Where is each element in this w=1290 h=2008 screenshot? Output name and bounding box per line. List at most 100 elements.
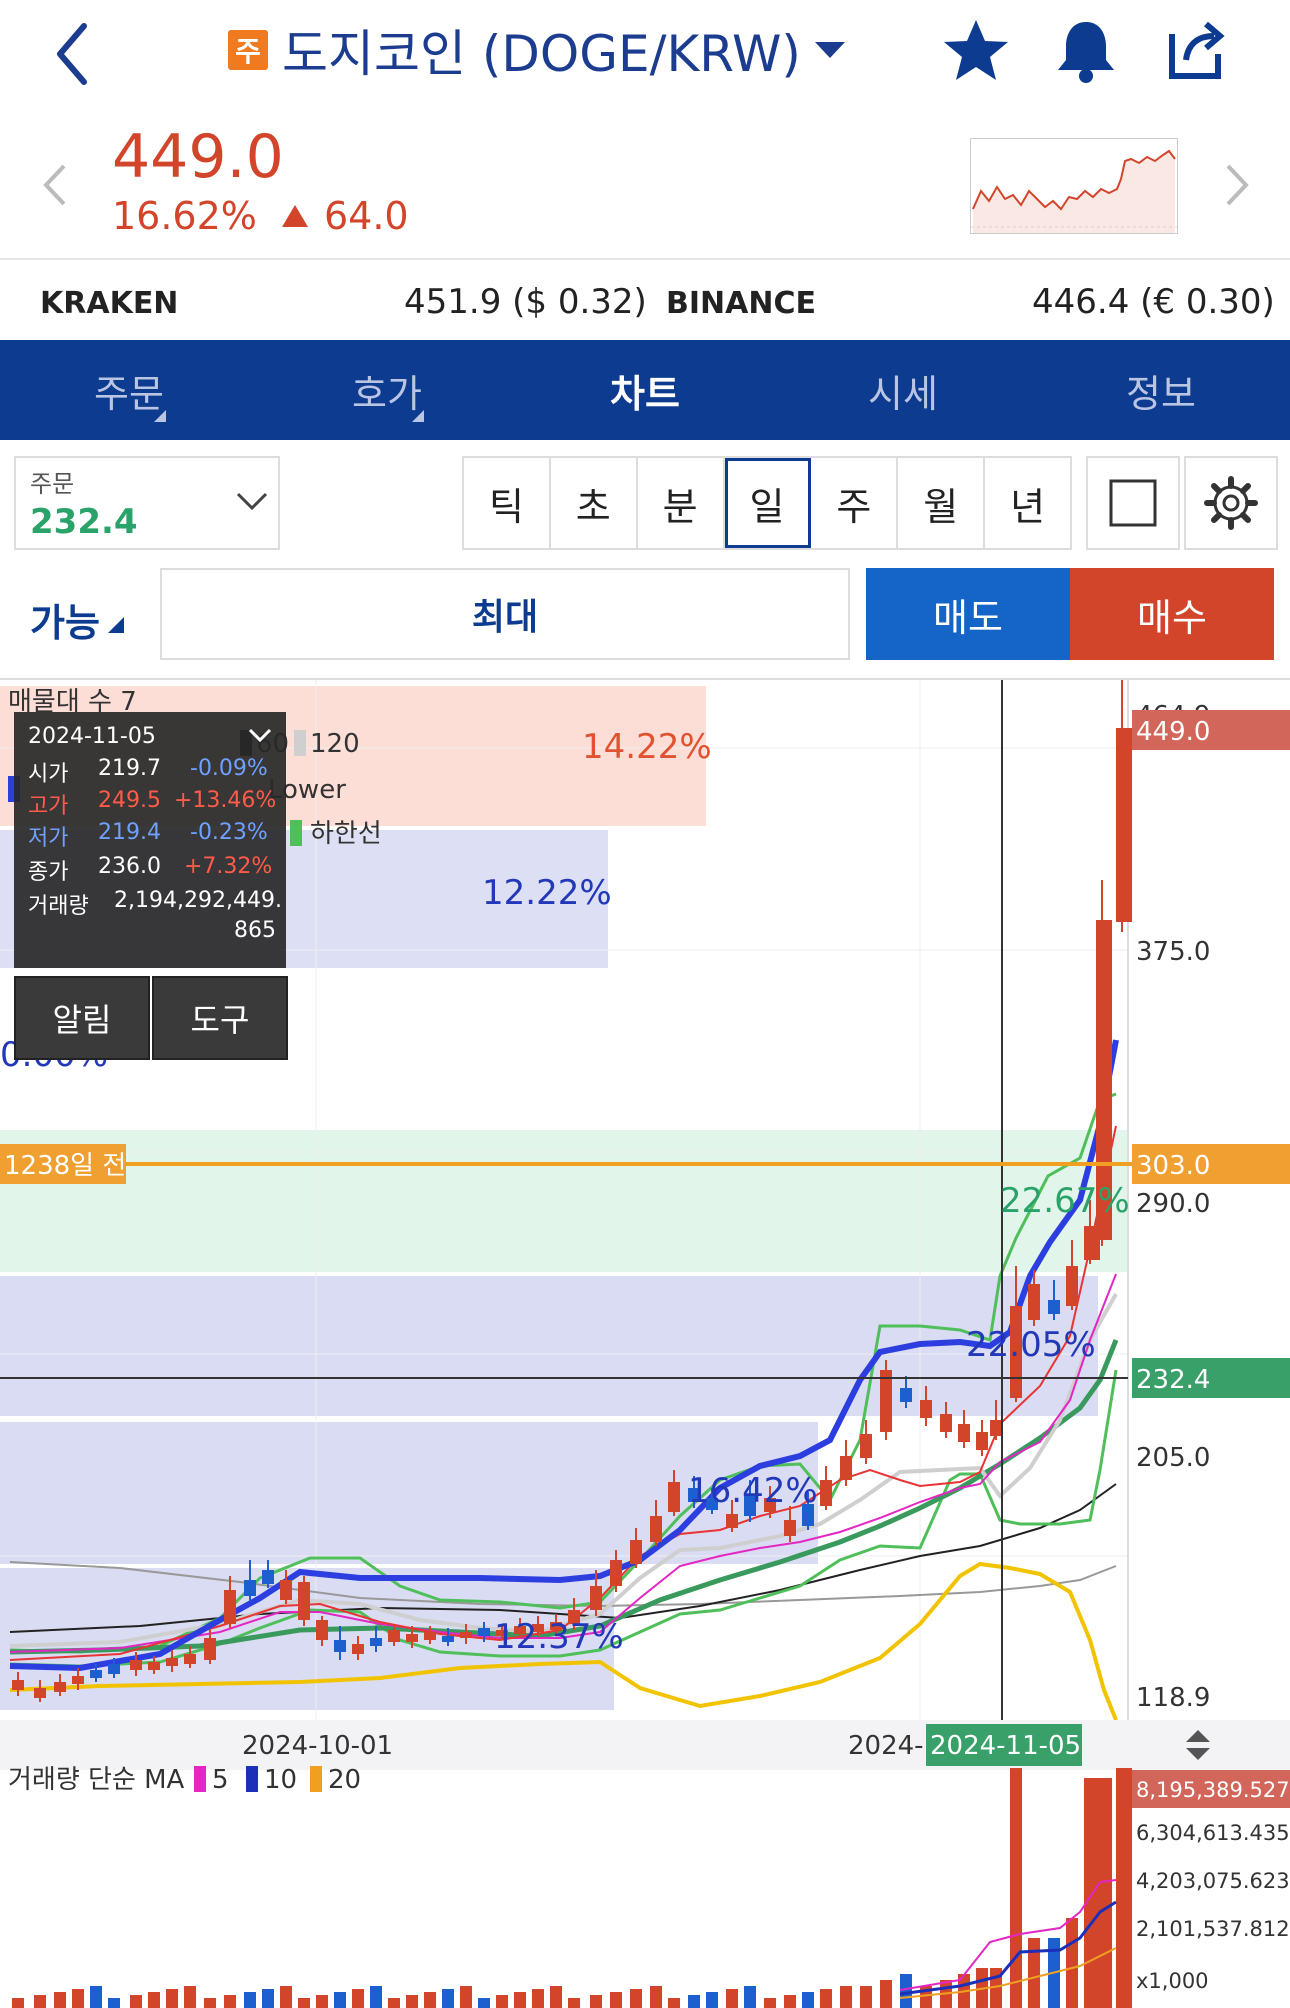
period-day[interactable]: 일 bbox=[724, 458, 812, 548]
price-summary: 449.0 16.62% 64.0 bbox=[0, 100, 1290, 258]
period-second[interactable]: 초 bbox=[551, 458, 638, 548]
period-minute[interactable]: 분 bbox=[638, 458, 725, 548]
volume-ma-10-line bbox=[899, 1900, 1117, 1996]
candle-body bbox=[204, 1638, 216, 1660]
triangle-icon bbox=[107, 616, 124, 633]
alarm-button[interactable]: 알림 bbox=[14, 976, 150, 1060]
crosshair-price-value: 232.4 bbox=[1136, 1365, 1210, 1395]
period-tick[interactable]: 틱 bbox=[464, 458, 551, 548]
volume-bar bbox=[406, 1995, 418, 2008]
candle-body bbox=[166, 1658, 178, 1666]
candle-body bbox=[880, 1370, 892, 1432]
zone-pct-2: 12.22% bbox=[482, 873, 612, 913]
square-icon bbox=[1109, 479, 1157, 527]
volume-bar bbox=[1066, 1918, 1078, 2008]
candle-body bbox=[316, 1620, 328, 1640]
volume-bar bbox=[784, 1995, 796, 2008]
volume-bar bbox=[478, 1998, 490, 2008]
volume-bar bbox=[568, 1998, 580, 2008]
change-amount: 64.0 bbox=[280, 194, 409, 238]
candle-body bbox=[224, 1590, 236, 1624]
ohlc-tooltip: 2024-11-05 시가 219.7 -0.09% 고가 249.5 +13.… bbox=[14, 712, 286, 968]
exchange-prices: KRAKEN 451.9 ($ 0.32) BINANCE 446.4 (€ 0… bbox=[0, 258, 1290, 340]
candle-body bbox=[352, 1644, 364, 1654]
tools-button[interactable]: 도구 bbox=[152, 976, 288, 1060]
period-year[interactable]: 년 bbox=[985, 458, 1070, 548]
marker-date-value: 1238일 전 bbox=[4, 1151, 126, 1181]
tab-chart[interactable]: 차트 bbox=[516, 340, 774, 440]
coin-title[interactable]: 주 도지코인 (DOGE/KRW) bbox=[228, 18, 845, 83]
star-icon[interactable] bbox=[940, 14, 1012, 86]
settings-button[interactable] bbox=[1184, 456, 1278, 550]
gear-icon bbox=[1204, 476, 1258, 530]
sell-button[interactable]: 매도 bbox=[866, 568, 1070, 660]
volume-bar bbox=[688, 1995, 700, 2008]
period-week[interactable]: 주 bbox=[811, 458, 899, 548]
prev-coin-icon[interactable] bbox=[40, 160, 70, 214]
period-selector: 틱 초 분 일 주 월 년 bbox=[462, 456, 1072, 550]
zone-pct-7: 12.37% bbox=[494, 1617, 624, 1657]
volume-bar bbox=[442, 1989, 454, 2008]
available-toggle[interactable]: 가능 bbox=[30, 592, 126, 647]
candle-body bbox=[940, 1414, 952, 1432]
order-price-select[interactable]: 주문 232.4 bbox=[14, 456, 280, 550]
crosshair-date-value: 2024-11-05 bbox=[930, 1731, 1081, 1761]
period-month[interactable]: 월 bbox=[898, 458, 986, 548]
candle-body bbox=[726, 1514, 738, 1528]
tooltip-high-value: 249.5 bbox=[98, 788, 161, 813]
volume-bar bbox=[108, 1998, 120, 2008]
tab-label: 정보 bbox=[1126, 371, 1196, 416]
volume-tick-5: x1,000 bbox=[1136, 1969, 1209, 1993]
tab-info[interactable]: 정보 bbox=[1032, 340, 1290, 440]
buy-button[interactable]: 매수 bbox=[1070, 568, 1274, 660]
volume-bar bbox=[72, 1989, 84, 2008]
candle-body bbox=[334, 1640, 346, 1652]
tab-quotes[interactable]: 시세 bbox=[774, 340, 1032, 440]
tab-orderbook[interactable]: 호가 bbox=[258, 340, 516, 440]
volume-bar bbox=[460, 1986, 472, 2008]
price-chart[interactable]: 14.22% 12.22% 0.00% 22.67% 22.05% 16.42%… bbox=[0, 678, 1290, 2008]
volume-tick-2: 6,304,613.435 bbox=[1136, 1821, 1290, 1845]
change-amount-value: 64.0 bbox=[324, 194, 409, 238]
fullscreen-button[interactable] bbox=[1086, 456, 1180, 550]
marker-price-value: 303.0 bbox=[1136, 1151, 1210, 1181]
next-coin-icon[interactable] bbox=[1222, 160, 1252, 214]
tooltip-close-pct: +7.32% bbox=[184, 854, 273, 879]
volume-bar bbox=[166, 1989, 178, 2008]
share-icon[interactable] bbox=[1160, 14, 1232, 86]
exchange-value-2: 446.4 (€ 0.30) bbox=[1032, 282, 1275, 322]
max-quantity-button[interactable]: 최대 bbox=[160, 568, 850, 660]
candle-body bbox=[90, 1670, 102, 1678]
volume-bar bbox=[298, 1998, 310, 2008]
tooltip-volume-value-cont: 865 bbox=[234, 918, 276, 943]
volume-bar bbox=[1096, 1778, 1112, 2008]
candle-body bbox=[54, 1682, 66, 1692]
tab-label: 차트 bbox=[610, 371, 680, 416]
candle-body bbox=[184, 1654, 196, 1664]
candle-body bbox=[460, 1632, 472, 1638]
volume-bar bbox=[184, 1986, 196, 2008]
tab-label: 시세 bbox=[868, 371, 938, 416]
candle-body bbox=[130, 1660, 142, 1670]
candle-body bbox=[820, 1480, 832, 1506]
candle-body bbox=[72, 1676, 84, 1684]
volume-bar bbox=[764, 1998, 776, 2008]
order-price-label: 주문 bbox=[30, 470, 75, 498]
current-price: 449.0 bbox=[112, 122, 284, 192]
candle-body bbox=[840, 1456, 852, 1480]
bell-icon[interactable] bbox=[1050, 14, 1122, 86]
volume-tick-1: 8,195,389.527 bbox=[1136, 1778, 1290, 1802]
volume-bar bbox=[550, 1986, 562, 2008]
tooltip-open-value: 219.7 bbox=[98, 756, 161, 781]
candle-body bbox=[1116, 728, 1132, 922]
volume-bar bbox=[1116, 1768, 1132, 2008]
volume-bar bbox=[840, 1986, 852, 2008]
back-arrow-icon[interactable] bbox=[40, 10, 110, 90]
chevron-down-icon[interactable] bbox=[246, 726, 274, 746]
candle-body bbox=[370, 1638, 382, 1646]
candle-body bbox=[650, 1516, 662, 1542]
mini-sparkline[interactable] bbox=[970, 138, 1178, 234]
order-price-value: 232.4 bbox=[30, 502, 138, 542]
tab-order[interactable]: 주문 bbox=[0, 340, 258, 440]
triangle-up-icon bbox=[282, 205, 308, 227]
